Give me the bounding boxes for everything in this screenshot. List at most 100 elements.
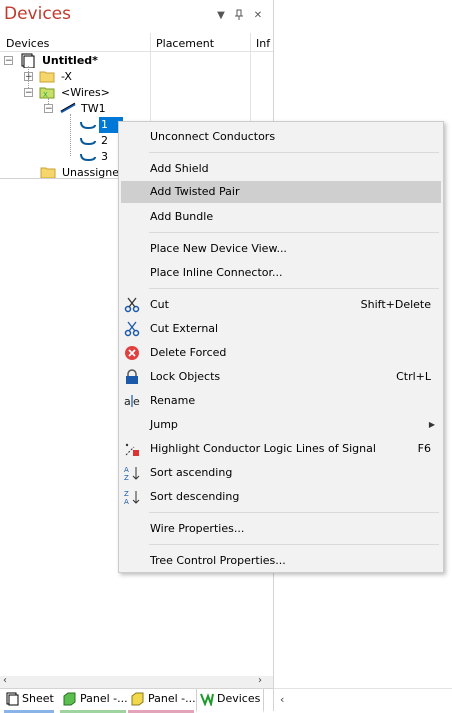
collapse-icon[interactable]: − [24, 88, 33, 98]
submenu-arrow-icon: ▶ [428, 420, 435, 429]
menu-item-shortcut: Ctrl+L [396, 370, 431, 383]
column-devices[interactable]: Devices [6, 37, 49, 50]
sort-asc-icon: AZ [124, 465, 140, 482]
menu-item-label: Sort descending [150, 490, 240, 503]
column-info[interactable]: Inf [256, 37, 270, 50]
twisted-pair-icon [59, 102, 77, 119]
menu-separator [149, 232, 439, 233]
tab-panel-2[interactable]: Panel -... [128, 689, 196, 713]
sheet-icon [6, 692, 19, 712]
conductor-icon [80, 135, 97, 152]
menu-item-highlight-conductor[interactable]: Highlight Conductor Logic Lines of Signa… [121, 438, 441, 460]
tree-line [70, 114, 72, 156]
menu-item-unconnect-conductors[interactable]: Unconnect Conductors [121, 126, 441, 148]
svg-text:A: A [124, 498, 129, 505]
menu-item-sort-ascending[interactable]: AZ Sort ascending [121, 462, 441, 484]
menu-item-add-bundle[interactable]: Add Bundle [121, 206, 441, 228]
rename-icon: ae [124, 393, 140, 409]
tab-sheet[interactable]: Sheet [4, 689, 54, 713]
menu-item-lock-objects[interactable]: Lock Objects Ctrl+L [121, 366, 441, 388]
menu-separator [149, 288, 439, 289]
column-placement[interactable]: Placement [156, 37, 214, 50]
tab-label: Panel -... [80, 692, 128, 705]
panel-titlebar: Devices ▼ ✕ [0, 0, 273, 32]
menu-separator [149, 512, 439, 513]
devices-green-icon [200, 692, 214, 712]
context-menu: Unconnect Conductors Add Shield Add Twis… [118, 121, 444, 573]
scissors-icon [124, 297, 140, 313]
menu-item-label: Add Bundle [150, 210, 214, 223]
tab-label: Panel -... [148, 692, 196, 705]
scroll-left-icon[interactable]: ‹ [3, 675, 7, 686]
close-icon[interactable]: ✕ [251, 9, 265, 23]
menu-item-delete-forced[interactable]: Delete Forced [121, 342, 441, 364]
svg-text:a: a [124, 395, 131, 408]
menu-item-cut-external[interactable]: Cut External [121, 318, 441, 340]
conductor-icon [80, 119, 97, 136]
tree-label: -X [61, 70, 72, 83]
menu-item-label: Add Twisted Pair [150, 185, 240, 198]
menu-item-tree-control-properties[interactable]: Tree Control Properties... [121, 550, 441, 572]
collapse-icon[interactable]: − [44, 104, 53, 114]
menu-item-label: Wire Properties... [150, 522, 245, 535]
menu-item-label: Add Shield [150, 162, 209, 175]
tab-label: Devices [217, 692, 261, 705]
dropdown-icon[interactable]: ▼ [214, 9, 228, 23]
collapse-icon[interactable]: − [4, 56, 13, 66]
canvas-scrollbar[interactable]: ‹ [274, 688, 452, 712]
svg-text:Z: Z [124, 474, 129, 481]
tree-label: <Wires> [61, 86, 110, 99]
svg-text:A: A [124, 466, 129, 474]
tree-bottom-border [0, 178, 120, 179]
svg-text:e: e [133, 395, 140, 408]
delete-red-icon [124, 345, 140, 361]
menu-item-label: Tree Control Properties... [150, 554, 286, 567]
horizontal-scrollbar[interactable]: ‹ › [0, 675, 273, 688]
tab-panel-1[interactable]: Panel -... [60, 689, 128, 713]
lock-icon [124, 369, 140, 385]
menu-item-add-shield[interactable]: Add Shield [121, 158, 441, 180]
menu-item-rename[interactable]: ae Rename [121, 390, 441, 412]
menu-item-shortcut: Shift+Delete [360, 298, 431, 311]
menu-item-label: Unconnect Conductors [150, 130, 276, 143]
tree-label: 2 [101, 134, 108, 147]
menu-item-sort-descending[interactable]: ZA Sort descending [121, 486, 441, 508]
tree-line [28, 66, 30, 88]
tree-label: 3 [101, 150, 108, 163]
menu-item-label: Place Inline Connector... [150, 266, 283, 279]
menu-item-label: Jump [150, 418, 178, 431]
tree-line [48, 98, 50, 104]
menu-item-label: Rename [150, 394, 196, 407]
wires-folder-icon: X [39, 86, 55, 104]
menu-item-place-new-device-view[interactable]: Place New Device View... [121, 238, 441, 260]
menu-item-label: Place New Device View... [150, 242, 287, 255]
scroll-right-icon[interactable]: › [258, 675, 262, 686]
tab-devices[interactable]: Devices [196, 689, 264, 713]
tree-label: TW1 [81, 102, 106, 115]
panel-yellow-icon [131, 692, 144, 712]
menu-item-label: Delete Forced [150, 346, 227, 359]
folder-icon [40, 166, 56, 184]
menu-separator [149, 152, 439, 153]
menu-item-label: Lock Objects [150, 370, 221, 383]
tab-label: Sheet [22, 692, 54, 705]
menu-separator [149, 544, 439, 545]
menu-item-shortcut: F6 [417, 442, 431, 455]
menu-item-add-twisted-pair[interactable]: Add Twisted Pair [121, 181, 441, 203]
menu-item-jump[interactable]: Jump ▶ [121, 414, 441, 436]
tree-label: Untitled* [42, 54, 98, 67]
scroll-left-icon[interactable]: ‹ [280, 693, 284, 706]
menu-item-place-inline-connector[interactable]: Place Inline Connector... [121, 262, 441, 284]
menu-item-cut[interactable]: Cut Shift+Delete [121, 294, 441, 316]
menu-item-label: Highlight Conductor Logic Lines of Signa… [150, 442, 376, 455]
menu-item-wire-properties[interactable]: Wire Properties... [121, 518, 441, 540]
menu-item-label: Sort ascending [150, 466, 233, 479]
menu-item-label: Cut [150, 298, 169, 311]
menu-item-label: Cut External [150, 322, 219, 335]
tree-node-conductor-1[interactable]: 1 [80, 117, 123, 136]
panel-title: Devices [4, 4, 71, 24]
scissors-external-icon [124, 321, 140, 337]
svg-text:Z: Z [124, 490, 129, 498]
panel-green-icon [63, 692, 76, 712]
pin-icon[interactable] [232, 9, 246, 23]
